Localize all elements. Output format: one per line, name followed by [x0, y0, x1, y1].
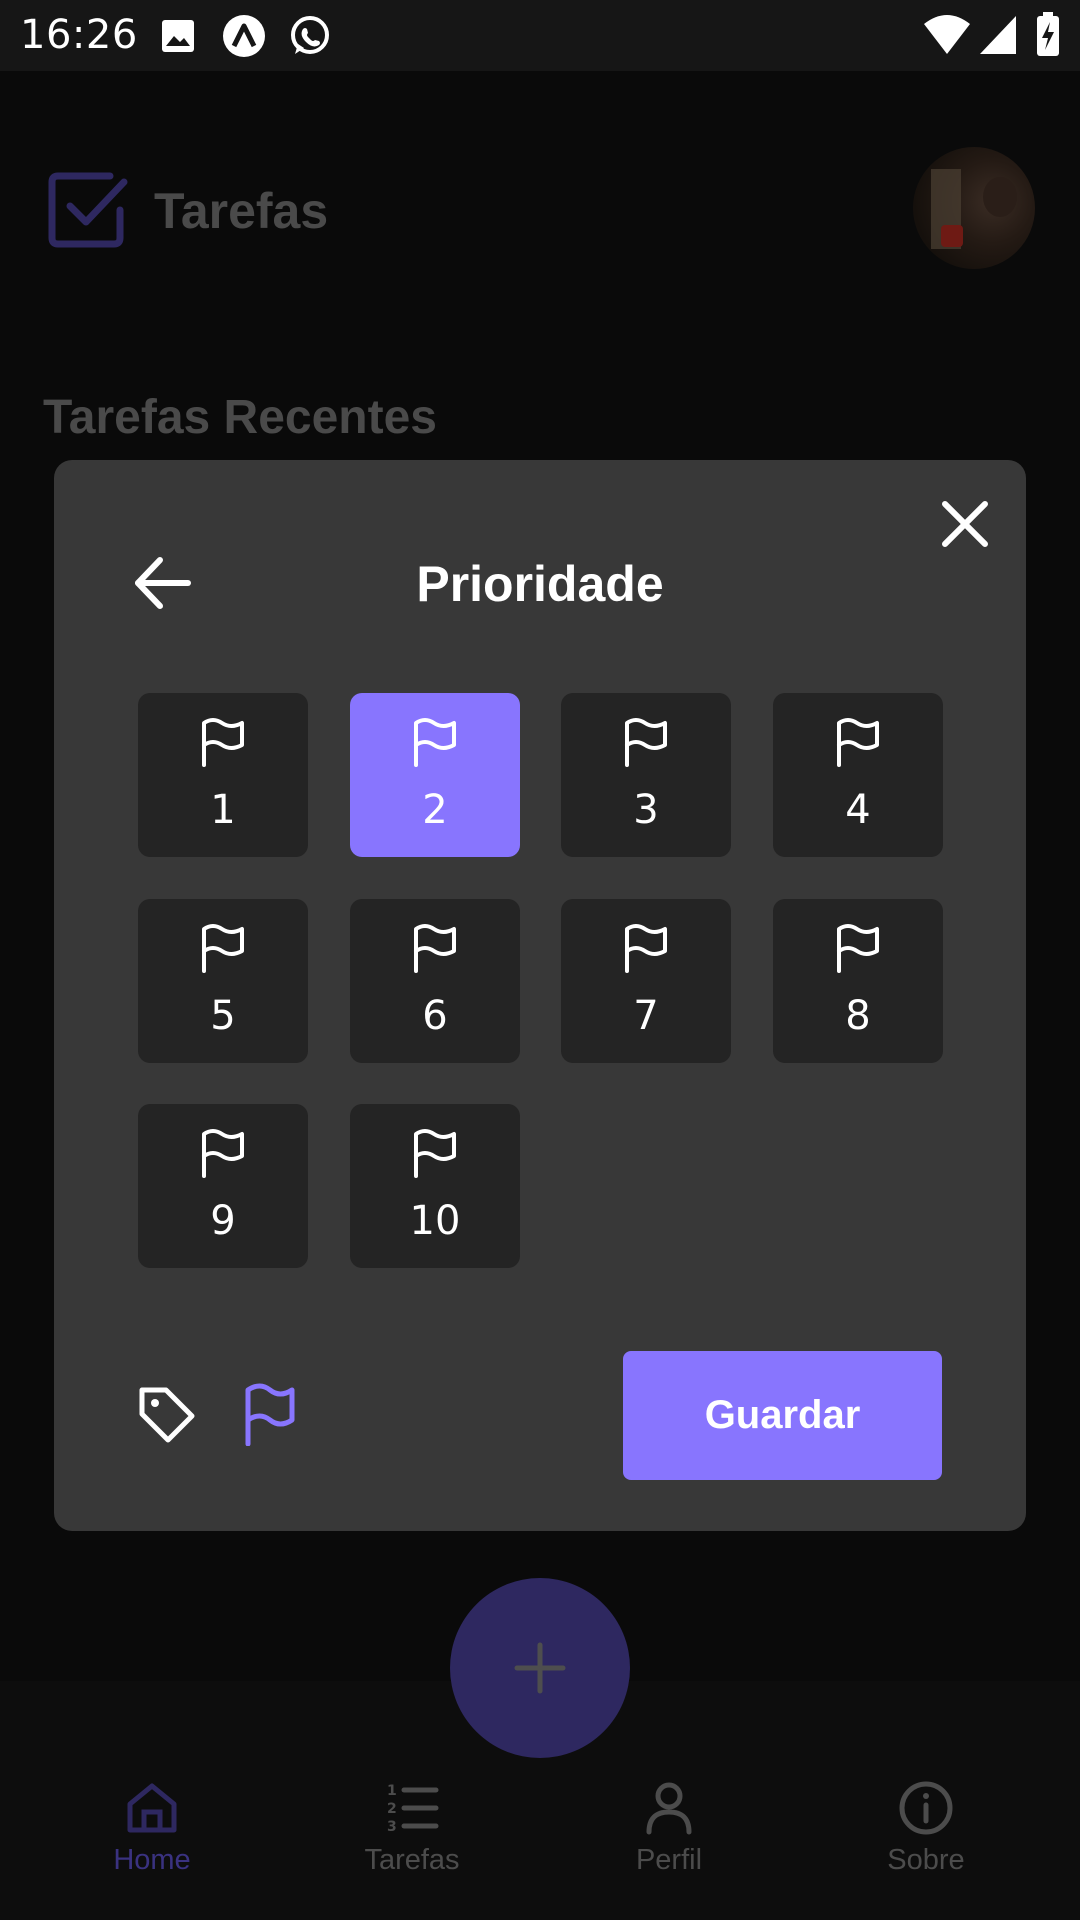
gallery-icon	[162, 20, 194, 52]
flag-icon	[202, 718, 244, 767]
priority-number: 10	[409, 1198, 461, 1244]
app-title: Tarefas	[154, 183, 329, 239]
list-icon: 1 2 3	[387, 1783, 439, 1835]
flag-icon	[414, 924, 456, 973]
nav-label-sobre: Sobre	[887, 1844, 965, 1876]
priority-option-4[interactable]: 4	[773, 693, 943, 857]
nav-label-perfil: Perfil	[635, 1844, 703, 1876]
section-title: Tarefas Recentes	[43, 391, 437, 444]
priority-number: 7	[633, 993, 659, 1039]
priority-option-6[interactable]: 6	[350, 899, 520, 1063]
status-bar: 16:26	[0, 0, 1080, 71]
priority-number: 4	[845, 787, 871, 833]
nav-item-home[interactable]: Home	[52, 1780, 252, 1877]
home-icon	[127, 1783, 177, 1833]
signal-icon	[980, 16, 1016, 54]
save-button[interactable]: Guardar	[623, 1351, 942, 1480]
nav-item-tarefas[interactable]: 1 2 3 Tarefas	[312, 1780, 512, 1877]
nav-label-home: Home	[113, 1844, 191, 1876]
priority-option-8[interactable]: 8	[773, 899, 943, 1063]
battery-icon	[1037, 12, 1059, 56]
avatar[interactable]	[913, 147, 1035, 269]
flag-icon	[625, 924, 667, 973]
wifi-icon	[924, 15, 970, 54]
nav-item-sobre[interactable]: Sobre	[826, 1780, 1026, 1877]
priority-number: 9	[210, 1198, 236, 1244]
priority-number: 5	[210, 993, 236, 1039]
priority-number: 6	[422, 993, 448, 1039]
flag-icon	[837, 924, 879, 973]
priority-number: 2	[422, 787, 448, 833]
priority-option-3[interactable]: 3	[561, 693, 731, 857]
close-icon[interactable]	[935, 494, 995, 554]
app-notification-icon	[223, 15, 265, 57]
tag-icon[interactable]	[136, 1384, 196, 1444]
flag-icon	[202, 1129, 244, 1178]
priority-option-10[interactable]: 10	[350, 1104, 520, 1268]
priority-option-1[interactable]: 1	[138, 693, 308, 857]
priority-option-2[interactable]: 2	[350, 693, 520, 857]
priority-number: 1	[210, 787, 236, 833]
add-task-button[interactable]	[450, 1578, 630, 1758]
dialog-title: Prioridade	[416, 556, 664, 612]
nav-item-perfil[interactable]: Perfil	[569, 1780, 769, 1877]
priority-option-7[interactable]: 7	[561, 899, 731, 1063]
flag-icon[interactable]	[240, 1382, 298, 1446]
svg-text:1: 1	[387, 1783, 397, 1799]
status-time: 16:26	[20, 12, 138, 58]
flag-icon	[414, 718, 456, 767]
svg-text:3: 3	[387, 1819, 397, 1835]
whatsapp-icon	[291, 16, 329, 54]
svg-text:2: 2	[387, 1801, 397, 1817]
flag-icon	[625, 718, 667, 767]
plus-icon	[514, 1642, 566, 1694]
priority-option-9[interactable]: 9	[138, 1104, 308, 1268]
priority-option-5[interactable]: 5	[138, 899, 308, 1063]
user-icon	[646, 1782, 692, 1835]
priority-number: 3	[633, 787, 659, 833]
flag-icon	[202, 924, 244, 973]
info-icon	[899, 1781, 953, 1835]
nav-label-tarefas: Tarefas	[364, 1844, 460, 1876]
priority-number: 8	[845, 993, 871, 1039]
checkbox-logo-icon	[48, 172, 128, 248]
flag-icon	[837, 718, 879, 767]
flag-icon	[414, 1129, 456, 1178]
